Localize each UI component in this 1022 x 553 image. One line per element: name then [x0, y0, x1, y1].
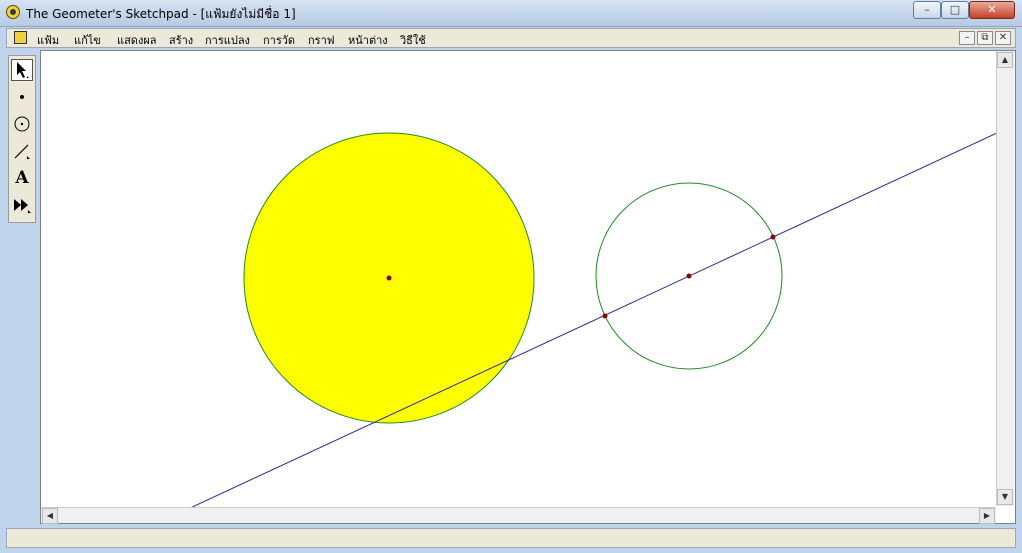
menu-measure[interactable]: การวัด	[263, 31, 295, 49]
window-title: The Geometer's Sketchpad - [แฟ้มยังไม่มี…	[26, 7, 296, 21]
scroll-down-arrow-icon[interactable]: ▼	[997, 489, 1013, 505]
arrow-icon	[17, 62, 29, 78]
status-bar	[6, 528, 1016, 548]
close-button[interactable]: ✕	[969, 1, 1015, 19]
text-tool-label: A	[15, 168, 29, 188]
menu-graph[interactable]: กราฟ	[308, 31, 335, 49]
menu-display[interactable]: แสดงผล	[117, 31, 157, 49]
scroll-up-arrow-icon[interactable]: ▲	[997, 52, 1013, 68]
compass-icon	[14, 116, 30, 132]
vertical-scrollbar[interactable]: ▲ ▼	[996, 51, 1014, 506]
document-close-button[interactable]: ✕	[995, 31, 1011, 45]
menu-window[interactable]: หน้าต่าง	[348, 31, 388, 49]
straightedge-icon	[14, 144, 30, 159]
sketch-drawing	[191, 132, 996, 507]
minimize-button[interactable]: –	[913, 1, 941, 19]
sketch-canvas[interactable]: ▲ ▼ ◀ ▶	[40, 50, 1016, 524]
filled-circle-center-point[interactable]	[386, 275, 392, 281]
document-minimize-button[interactable]: –	[959, 31, 975, 45]
document-restore-button[interactable]: ⧉	[977, 31, 993, 45]
menu-file[interactable]: แฟ้ม	[37, 31, 59, 49]
menu-edit[interactable]: แก้ไข	[74, 31, 101, 49]
toolbox: A	[8, 55, 36, 223]
scroll-right-arrow-icon[interactable]: ▶	[979, 508, 995, 524]
custom-tool-icon	[14, 199, 31, 213]
document-icon[interactable]	[14, 31, 27, 44]
scroll-left-arrow-icon[interactable]: ◀	[42, 508, 58, 524]
point-icon	[20, 95, 24, 99]
intersection-point-right[interactable]	[770, 234, 776, 240]
compass-tool[interactable]	[11, 113, 33, 135]
hollow-circle-center-point[interactable]	[686, 273, 692, 279]
menu-help[interactable]: วิธีใช้	[400, 31, 426, 49]
horizontal-scrollbar[interactable]: ◀ ▶	[41, 507, 996, 524]
menu-bar: แฟ้ม แก้ไข แสดงผล สร้าง การแปลง การวัด ก…	[6, 28, 1016, 48]
point-tool[interactable]	[11, 86, 33, 108]
intersection-point-left[interactable]	[602, 313, 608, 319]
custom-tool[interactable]	[11, 194, 33, 216]
arrow-select-tool[interactable]	[11, 59, 33, 81]
sketchpad-app-icon	[6, 5, 20, 19]
text-tool[interactable]: A	[11, 167, 33, 189]
straightedge-tool[interactable]	[11, 140, 33, 162]
menu-construct[interactable]: สร้าง	[169, 31, 193, 49]
maximize-button[interactable]: □	[941, 1, 969, 19]
menu-transform[interactable]: การแปลง	[205, 31, 250, 49]
title-bar: The Geometer's Sketchpad - [แฟ้มยังไม่มี…	[0, 0, 1022, 27]
